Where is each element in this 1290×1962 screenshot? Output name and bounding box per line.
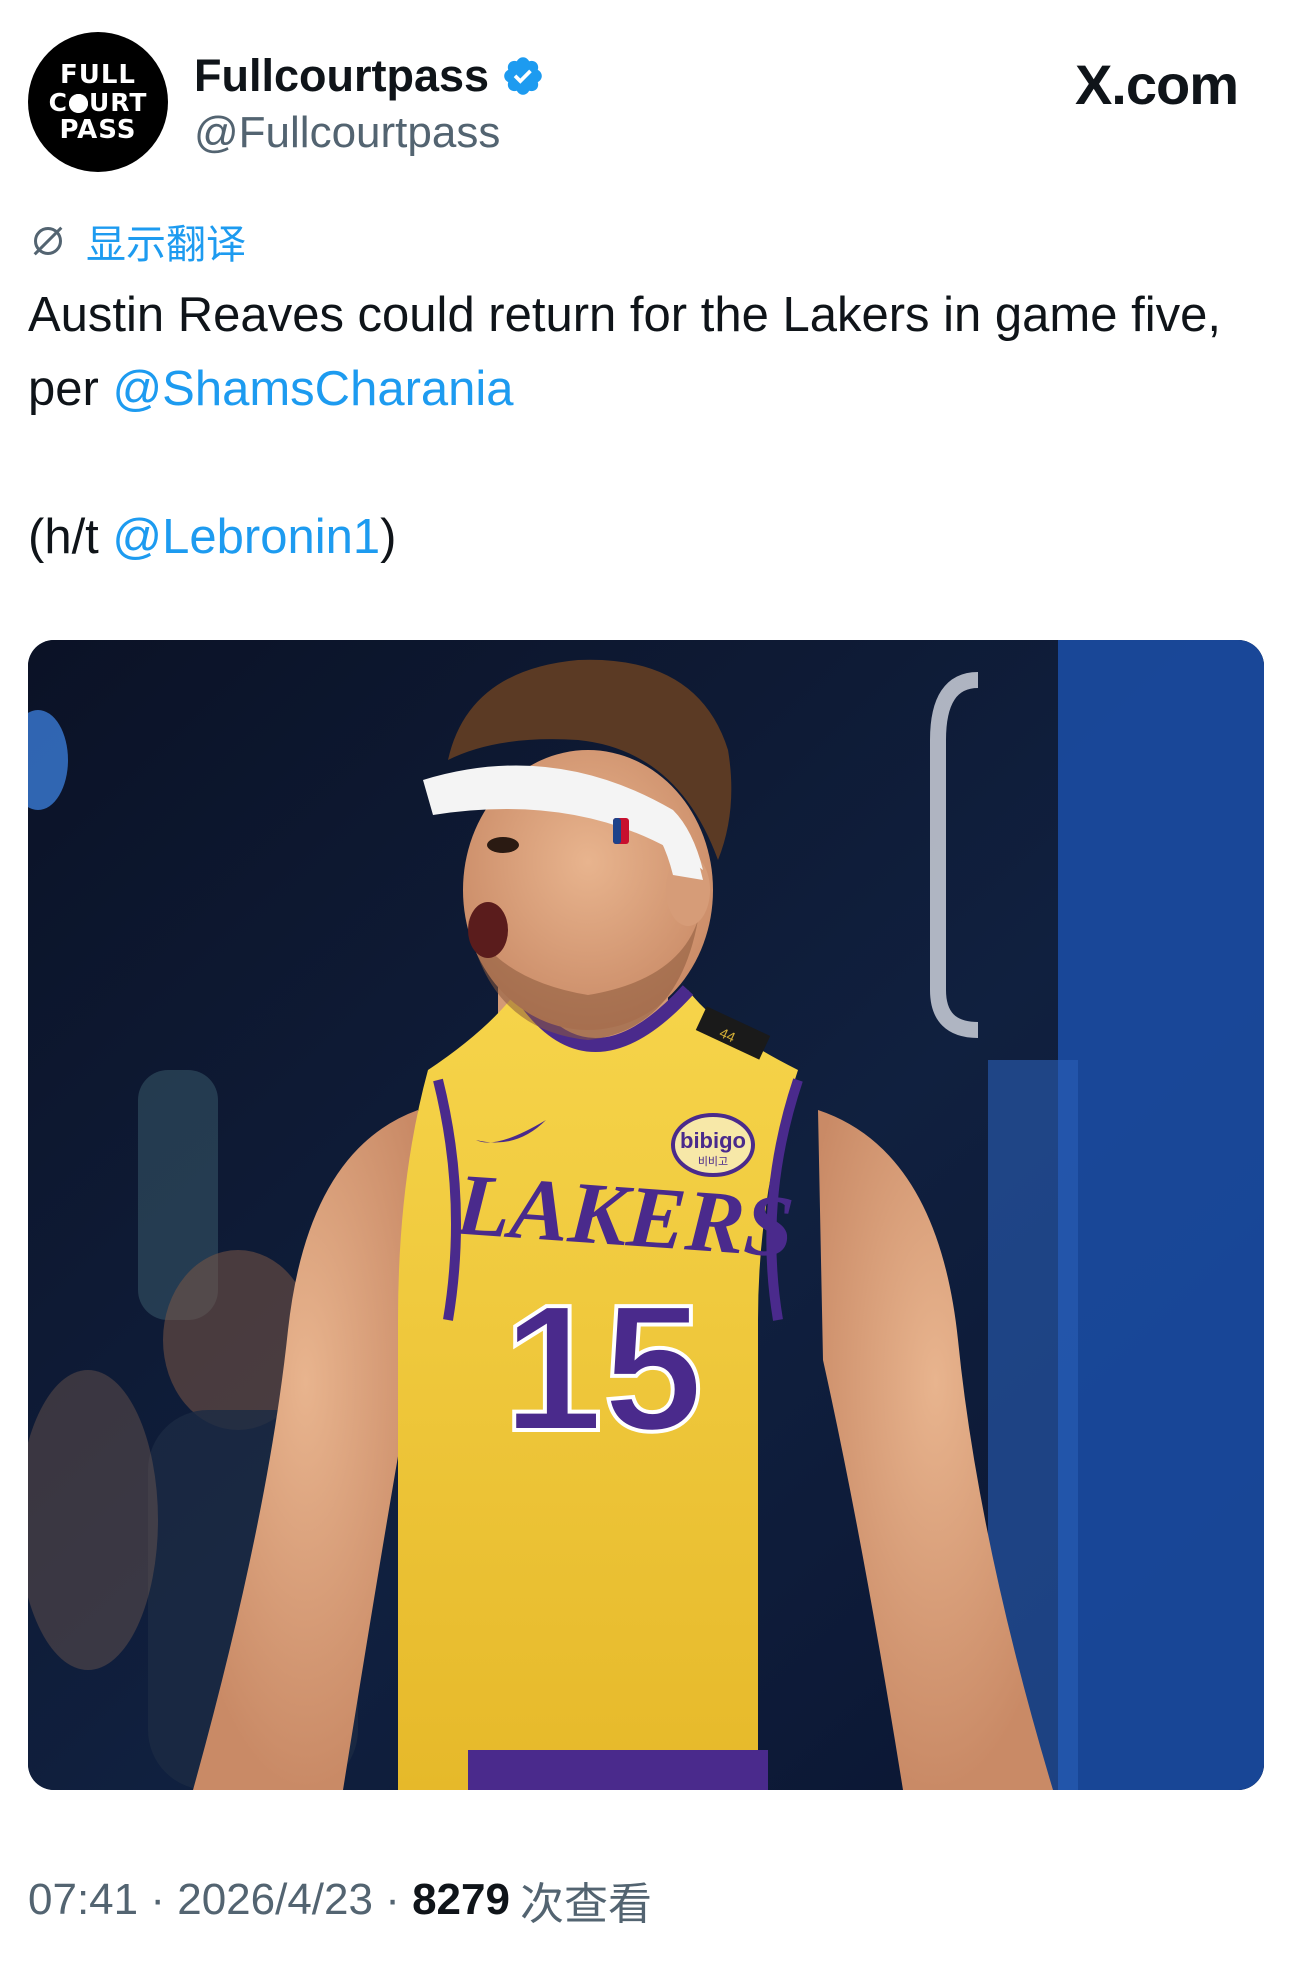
display-name[interactable]: Fullcourtpass — [194, 50, 545, 102]
tweet-text-part2: (h/t — [28, 510, 113, 564]
meta-separator-1: · — [138, 1875, 178, 1924]
mention-shamscharania[interactable]: @ShamsCharania — [112, 362, 513, 416]
views-count: 8279 — [412, 1875, 510, 1924]
avatar-text-line3: PASS — [59, 114, 137, 145]
tweet-paragraph-1: Austin Reaves could return for the Laker… — [28, 278, 1258, 426]
display-name-text: Fullcourtpass — [194, 50, 490, 101]
basketball-icon — [68, 93, 88, 113]
show-translation-link[interactable]: 显示翻译 — [28, 212, 246, 270]
tweet-date[interactable]: 2026/4/23 — [177, 1875, 373, 1925]
mention-lebronin1[interactable]: @Lebronin1 — [112, 510, 380, 564]
tweet-text-part3: ) — [380, 510, 397, 564]
x-com-logo: X.com — [1074, 53, 1239, 116]
user-handle[interactable]: @Fullcourtpass — [194, 108, 500, 158]
globe-slash-icon — [33, 226, 63, 256]
tweet-paragraph-2: (h/t @Lebronin1) — [28, 500, 1258, 574]
verified-badge-icon — [504, 57, 542, 95]
meta-separator-2: · — [372, 1875, 413, 1924]
show-translation-label: 显示翻译 — [86, 222, 246, 268]
profile-avatar[interactable]: FULL C URT PASS — [28, 32, 168, 172]
views-label: 次查看 — [519, 1879, 652, 1930]
tweet-meta: 07:41 · 2026/4/23 · 8279 次查看 — [28, 1868, 652, 1932]
sponsor-label: bibigo — [680, 1128, 746, 1153]
tweet-photo[interactable]: 44 bibigo 비비고 LAKERS 15 — [28, 640, 1264, 1790]
avatar-text-line2: C URT — [48, 87, 148, 117]
jersey-number: 15 — [503, 1268, 703, 1469]
sponsor-sub: 비비고 — [698, 1155, 728, 1168]
avatar-text-line1: FULL — [59, 59, 136, 90]
player-photo-illustration: 44 bibigo 비비고 LAKERS 15 — [28, 640, 1264, 1790]
tweet-time[interactable]: 07:41 — [28, 1875, 138, 1925]
tweet-text: Austin Reaves could return for the Laker… — [28, 278, 1258, 574]
